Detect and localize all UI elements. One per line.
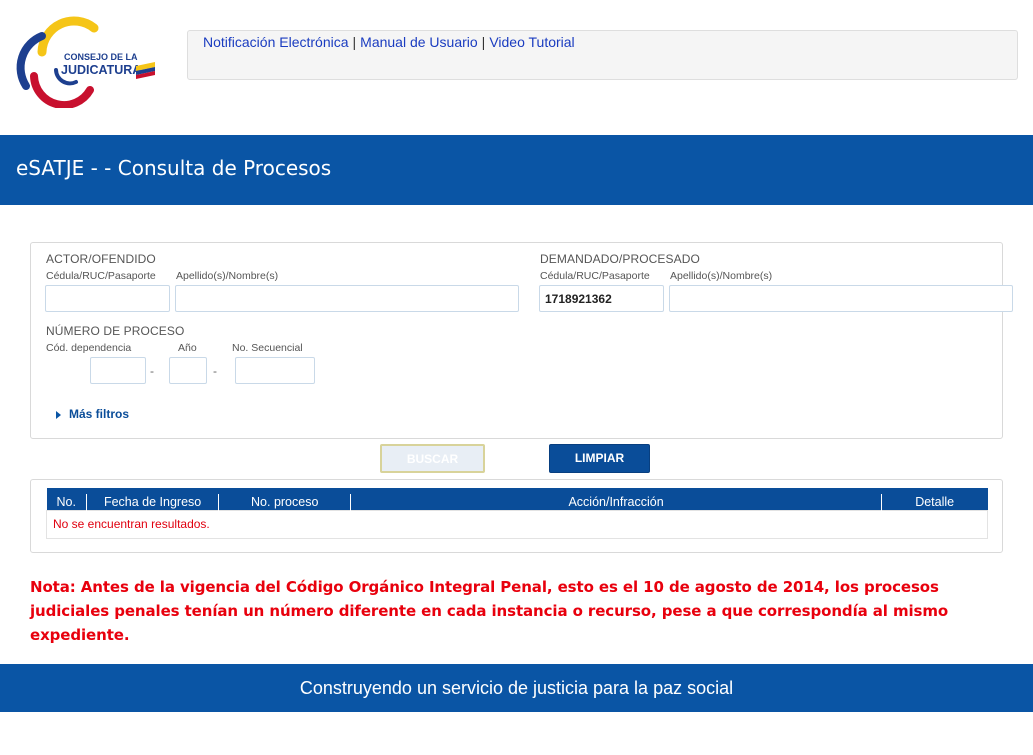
- anio-input[interactable]: [169, 357, 207, 384]
- title-bar: eSATJE - - Consulta de Procesos: [0, 135, 1033, 205]
- col-header-fecha: Fecha de Ingreso: [86, 491, 219, 510]
- actor-id-label: Cédula/RUC/Pasaporte: [46, 270, 156, 282]
- footer-slogan: Construyendo un servicio de justicia par…: [0, 664, 1033, 712]
- legal-note: Nota: Antes de la vigencia del Código Or…: [30, 578, 949, 644]
- link-separator: |: [352, 34, 357, 50]
- header-links-bar: Notificación Electrónica | Manual de Usuar…: [187, 30, 1018, 80]
- actor-name-label: Apellido(s)/Nombre(s): [176, 270, 279, 282]
- link-video-tutorial[interactable]: Video Tutorial: [489, 34, 574, 50]
- anio-label: Año: [178, 342, 197, 354]
- link-notificacion-electronica[interactable]: Notificación Electrónica: [203, 34, 349, 50]
- col-header-proceso: No. proceso: [218, 491, 351, 510]
- dash-separator: -: [213, 364, 217, 378]
- demandado-id-label: Cédula/RUC/Pasaporte: [540, 270, 650, 282]
- secuencial-label: No. Secuencial: [232, 342, 303, 354]
- search-panel: ACTOR/OFENDIDO Cédula/RUC/Pasaporte Apel…: [30, 242, 1013, 439]
- numero-proceso-section-title: NÚMERO DE PROCESO: [46, 324, 185, 338]
- link-separator: |: [481, 34, 486, 50]
- logo-text-line1: CONSEJO DE LA: [64, 52, 138, 62]
- clear-button[interactable]: LIMPIAR: [549, 444, 650, 473]
- logo-text-line2: JUDICATURA: [61, 63, 141, 77]
- page-title: eSATJE - - Consulta de Procesos: [16, 156, 332, 180]
- dependencia-label: Cód. dependencia: [46, 342, 132, 354]
- more-filters-label: Más filtros: [69, 407, 130, 421]
- caret-right-icon: [56, 410, 61, 419]
- dash-separator: -: [150, 364, 154, 378]
- dependencia-input[interactable]: [90, 357, 146, 384]
- empty-results-message: No se encuentran resultados.: [46, 509, 988, 539]
- link-manual-usuario[interactable]: Manual de Usuario: [360, 34, 478, 50]
- actor-name-input[interactable]: [175, 285, 519, 312]
- table-row: No se encuentran resultados.: [46, 509, 988, 539]
- actor-id-input[interactable]: [45, 285, 170, 312]
- demandado-id-input[interactable]: [539, 285, 664, 312]
- demandado-section-title: DEMANDADO/PROCESADO: [540, 252, 700, 266]
- results-panel: No. Fecha de Ingreso No. proceso Acción/…: [30, 479, 1003, 553]
- results-table: No. Fecha de Ingreso No. proceso Acción/…: [46, 488, 988, 539]
- col-header-no: No.: [56, 494, 76, 509]
- consejo-judicatura-logo: CONSEJO DE LA JUDICATURA: [12, 14, 158, 110]
- actor-section-title: ACTOR/OFENDIDO: [46, 252, 156, 266]
- col-header-accion: Acción/Infracción: [350, 491, 882, 510]
- search-button[interactable]: BUSCAR: [380, 444, 485, 473]
- demandado-name-label: Apellido(s)/Nombre(s): [670, 270, 773, 282]
- secuencial-input[interactable]: [235, 357, 315, 384]
- col-header-detalle: Detalle: [880, 491, 988, 510]
- results-header-row: No. Fecha de Ingreso No. proceso Acción/…: [46, 491, 988, 510]
- more-filters-toggle[interactable]: Más filtros: [56, 407, 129, 421]
- demandado-name-input[interactable]: [669, 285, 1013, 312]
